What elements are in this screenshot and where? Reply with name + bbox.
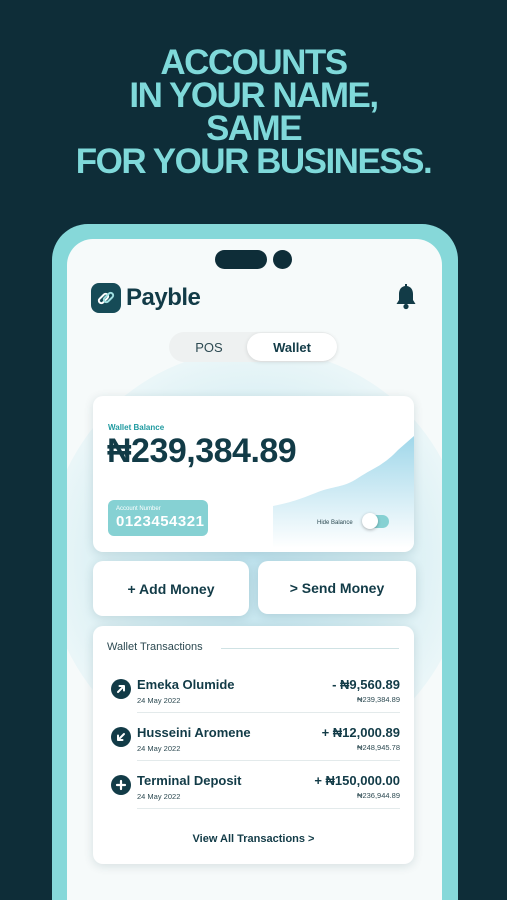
- wallet-balance-label: Wallet Balance: [108, 423, 165, 432]
- balance-trend-graphic: [273, 436, 414, 548]
- arrow-down-left-icon: [111, 727, 131, 747]
- transaction-balance: ₦248,945.78: [357, 743, 400, 752]
- hide-balance-label: Hide Balance: [317, 520, 353, 526]
- transaction-date: 24 May 2022: [137, 696, 181, 705]
- wallet-balance-amount: ₦239,384.89: [107, 432, 297, 470]
- headline-line-1: ACCOUNTS: [160, 43, 348, 82]
- transactions-title: Wallet Transactions: [107, 641, 203, 653]
- hide-balance-toggle[interactable]: [362, 513, 389, 529]
- tab-pos[interactable]: POS: [169, 332, 249, 362]
- phone-screen: Payble POS Wallet Wallet Balance ₦239,38…: [67, 239, 442, 900]
- app-logo: Payble: [91, 283, 201, 313]
- headline: ACCOUNTS IN YOUR NAME, SAME FOR YOUR BUS…: [0, 43, 507, 181]
- view-all-transactions-link[interactable]: View All Transactions >: [93, 833, 414, 845]
- transaction-name: Emeka Olumide: [137, 677, 235, 692]
- transaction-date: 24 May 2022: [137, 744, 181, 753]
- transaction-row[interactable]: Emeka Olumide 24 May 2022 - ₦9,560.89 ₦2…: [107, 669, 400, 713]
- transaction-balance: ₦239,384.89: [357, 695, 400, 704]
- arrow-up-right-icon: [111, 679, 131, 699]
- transaction-amount: + ₦150,000.00: [314, 773, 400, 788]
- send-money-button[interactable]: > Send Money: [258, 561, 416, 614]
- mode-switch: POS Wallet: [169, 332, 337, 362]
- transaction-balance: ₦236,944.89: [357, 791, 400, 800]
- transaction-row[interactable]: Husseini Aromene 24 May 2022 + ₦12,000.8…: [107, 717, 400, 761]
- transaction-row[interactable]: Terminal Deposit 24 May 2022 + ₦150,000.…: [107, 765, 400, 809]
- plus-icon: [111, 775, 131, 795]
- add-money-button[interactable]: + Add Money: [93, 561, 249, 616]
- headline-line-4: FOR YOUR BUSINESS.: [75, 142, 433, 181]
- account-number-label: Account Number: [116, 506, 161, 512]
- camera-notch: [215, 250, 267, 269]
- account-number-box[interactable]: Account Number 0123454321: [108, 500, 208, 536]
- transaction-name: Terminal Deposit: [137, 773, 242, 788]
- transaction-date: 24 May 2022: [137, 792, 181, 801]
- headline-line-3: SAME: [205, 109, 303, 148]
- headline-line-2: IN YOUR NAME,: [129, 76, 379, 115]
- transaction-amount: + ₦12,000.89: [321, 725, 400, 740]
- transaction-amount: - ₦9,560.89: [332, 677, 400, 692]
- row-divider: [137, 712, 400, 713]
- account-number: 0123454321: [116, 513, 205, 530]
- app-name: Payble: [126, 284, 201, 311]
- title-divider: [221, 648, 399, 649]
- toggle-knob: [362, 513, 378, 529]
- wallet-balance-card: Wallet Balance ₦239,384.89 Account Numbe…: [93, 396, 414, 552]
- transaction-name: Husseini Aromene: [137, 725, 251, 740]
- tab-wallet[interactable]: Wallet: [247, 333, 337, 361]
- camera-dot: [273, 250, 292, 269]
- bell-icon[interactable]: [395, 284, 417, 310]
- row-divider: [137, 760, 400, 761]
- row-divider: [137, 808, 400, 809]
- link-icon: [91, 283, 121, 313]
- wallet-transactions-card: Wallet Transactions Emeka Olumide 24 May…: [93, 626, 414, 864]
